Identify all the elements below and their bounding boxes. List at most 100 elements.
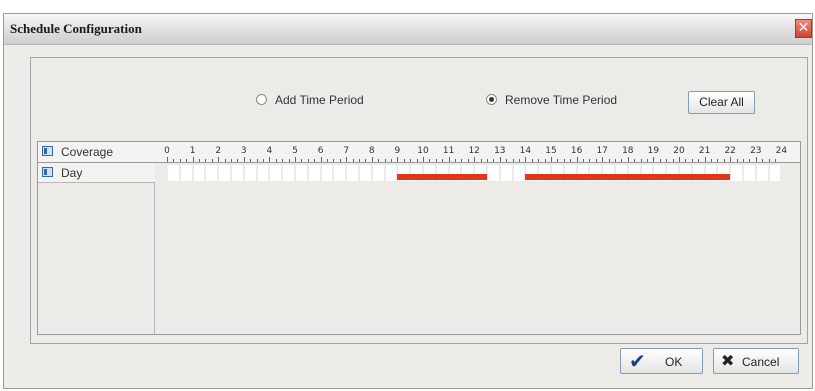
hour-tick-mark	[423, 157, 424, 162]
hour-tick-mark	[762, 159, 764, 162]
scheduled-period-bar[interactable]	[397, 174, 487, 180]
radio-button-icon[interactable]	[256, 94, 267, 105]
hour-tick-mark	[237, 159, 239, 162]
hour-tick-mark	[487, 159, 488, 162]
clear-all-button[interactable]: Clear All	[688, 91, 755, 114]
cancel-button[interactable]: ✖ Cancel	[713, 348, 799, 374]
hour-tick-mark	[282, 159, 284, 162]
hour-tick-label: 9	[394, 146, 401, 156]
time-slot[interactable]	[206, 165, 218, 181]
hour-tick-mark	[416, 159, 418, 162]
coverage-icon	[42, 146, 53, 156]
hour-tick-label: 15	[545, 146, 557, 156]
hour-tick-mark	[685, 159, 687, 162]
hour-tick-mark	[493, 159, 495, 162]
hour-tick-label: 2	[215, 146, 222, 156]
hour-tick-label: 3	[240, 146, 247, 156]
scheduled-period-bar[interactable]	[525, 174, 731, 180]
time-slot[interactable]	[347, 165, 358, 181]
hour-tick-mark	[205, 159, 207, 162]
time-slot[interactable]	[270, 165, 282, 181]
hour-tick-mark	[723, 159, 725, 162]
schedule-dialog: Schedule Configuration ✕ Add Time Period…	[3, 13, 813, 389]
hour-tick-mark	[231, 159, 232, 162]
hour-tick-mark	[384, 159, 386, 162]
day-schedule-track[interactable]	[155, 163, 800, 183]
hour-tick-mark	[704, 157, 706, 162]
add-time-period-label: Add Time Period	[275, 93, 364, 107]
hour-tick-mark	[173, 159, 175, 162]
time-slot[interactable]	[360, 165, 371, 181]
hour-tick-label: 0	[164, 146, 170, 156]
x-icon: ✖	[721, 351, 735, 370]
hour-tick-mark	[295, 157, 296, 162]
time-slot[interactable]	[283, 165, 294, 181]
hour-tick-mark	[634, 159, 636, 162]
time-slot[interactable]	[244, 165, 256, 181]
remove-time-period-radio[interactable]: Remove Time Period	[486, 93, 617, 107]
hour-tick-mark	[269, 157, 271, 162]
time-slot[interactable]	[321, 165, 333, 181]
time-slot[interactable]	[769, 165, 781, 181]
hour-tick-mark	[192, 157, 194, 162]
add-time-period-radio[interactable]: Add Time Period	[256, 93, 364, 107]
hour-ruler: 0 1 2 3 4 5 6 7 8 9 10 11 12 13 14 15 16 17 18 19 20 21 22 23 24	[155, 142, 800, 163]
time-slot[interactable]	[219, 165, 230, 181]
close-icon: ✕	[797, 20, 810, 36]
time-slot[interactable]	[296, 165, 307, 181]
close-button[interactable]: ✕	[795, 19, 812, 38]
hour-tick-mark	[749, 159, 751, 162]
hour-tick-mark	[365, 159, 367, 162]
time-slot[interactable]	[308, 165, 320, 181]
hour-tick-mark	[199, 159, 200, 162]
hour-tick-mark	[288, 159, 290, 162]
hour-tick-label: 17	[596, 146, 608, 156]
hour-tick-mark	[314, 159, 316, 162]
hour-tick-mark	[403, 159, 405, 162]
ok-button[interactable]: ✔ OK	[620, 348, 703, 374]
time-slot[interactable]	[744, 165, 755, 181]
time-slot[interactable]	[193, 165, 205, 181]
hour-tick-mark	[243, 157, 245, 162]
hour-tick-label: 8	[368, 146, 375, 156]
hour-tick-mark	[461, 159, 463, 162]
hour-tick-label: 20	[673, 146, 685, 156]
title-bar[interactable]: Schedule Configuration ✕	[4, 14, 812, 45]
hour-tick-mark	[301, 159, 303, 162]
time-slot[interactable]	[232, 165, 243, 181]
hour-tick-mark	[551, 157, 552, 162]
hour-tick-mark	[544, 159, 546, 162]
hour-tick-mark	[275, 159, 277, 162]
time-slot[interactable]	[257, 165, 269, 181]
hour-tick-mark	[435, 159, 437, 162]
time-slot[interactable]	[168, 165, 179, 181]
hour-tick-mark	[327, 159, 328, 162]
schedule-grid: Coverage Day 0 1 2 3 4 5 6 7 8 9 10 11 12 13 14 15 16 17 1…	[37, 141, 801, 335]
time-slot[interactable]	[513, 165, 525, 181]
radio-button-icon[interactable]	[486, 94, 497, 105]
hour-tick-mark	[442, 159, 444, 162]
hour-tick-label: 22	[724, 146, 736, 156]
time-slot[interactable]	[731, 165, 742, 181]
time-slot[interactable]	[334, 165, 346, 181]
hour-tick-mark	[391, 159, 392, 162]
hour-tick-mark	[570, 159, 572, 162]
hour-tick-label: 6	[317, 146, 324, 156]
time-slot[interactable]	[372, 165, 384, 181]
hour-tick-mark	[512, 159, 514, 162]
time-slot[interactable]	[488, 165, 499, 181]
time-slot[interactable]	[385, 165, 397, 181]
time-slot[interactable]	[500, 165, 512, 181]
hour-tick-mark	[768, 159, 770, 162]
day-row-header[interactable]: Day	[38, 163, 155, 183]
hour-tick-mark	[499, 157, 501, 162]
hour-tick-mark	[410, 159, 412, 162]
time-slot[interactable]	[180, 165, 192, 181]
coverage-header: Coverage	[38, 142, 155, 163]
hour-tick-label: 11	[442, 146, 455, 156]
dialog-title: Schedule Configuration	[10, 21, 142, 36]
hour-tick-mark	[378, 159, 380, 162]
cancel-label: Cancel	[742, 355, 780, 369]
time-slot[interactable]	[756, 165, 768, 181]
hour-tick-mark	[691, 159, 693, 162]
